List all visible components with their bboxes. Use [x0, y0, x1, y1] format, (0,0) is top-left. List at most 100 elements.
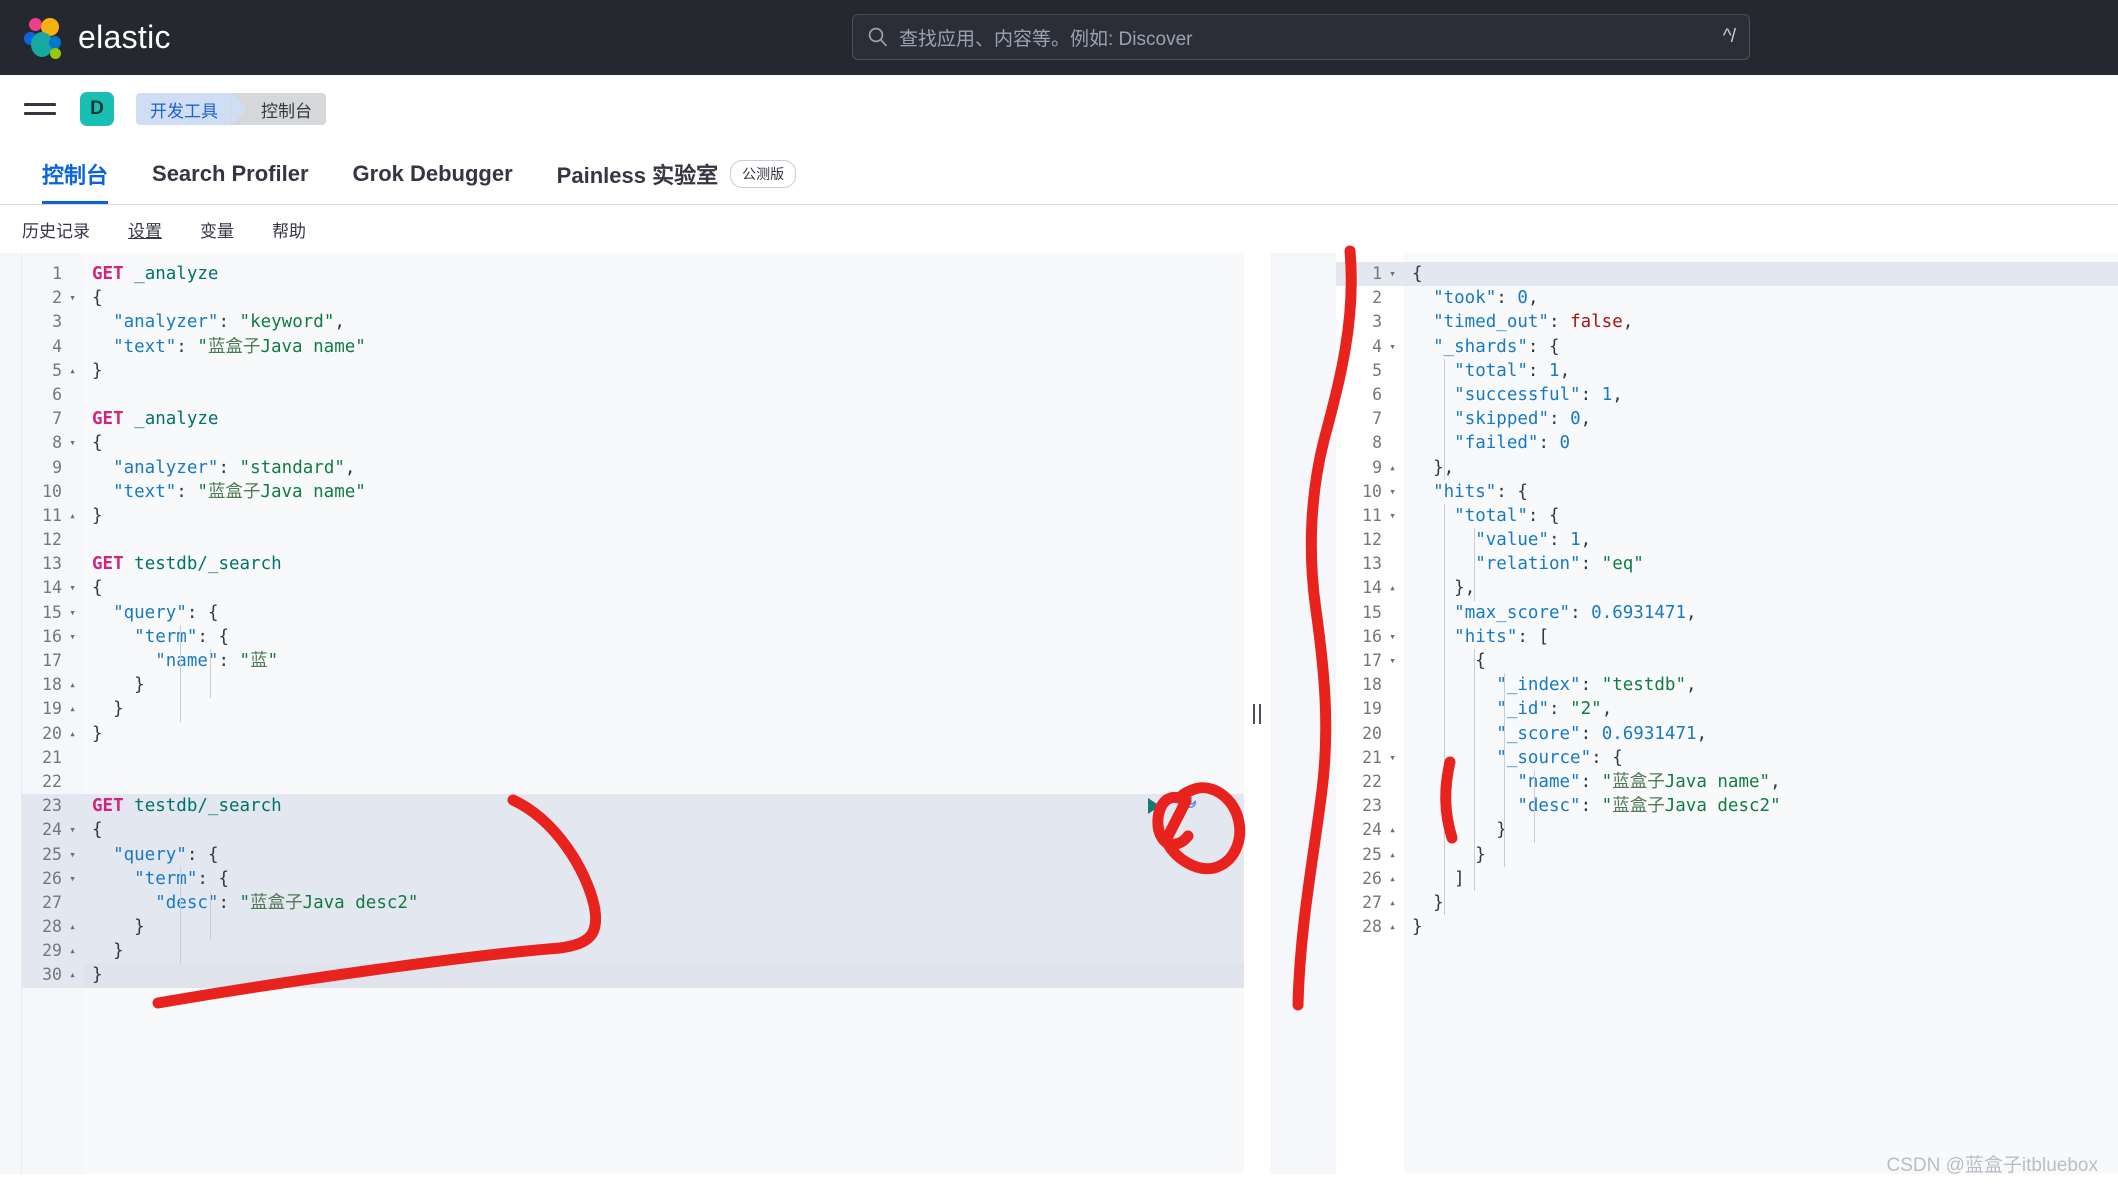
code-line[interactable]: "_index": "testdb",: [1404, 673, 2118, 697]
line-number[interactable]: 4·: [22, 335, 84, 359]
code-line[interactable]: "analyzer": "standard",: [84, 456, 1270, 480]
code-line[interactable]: [84, 770, 1270, 794]
code-line[interactable]: {: [84, 431, 1270, 455]
global-search-input[interactable]: 查找应用、内容等。例如: Discover ^/: [852, 14, 1750, 60]
code-line[interactable]: }: [84, 939, 1270, 963]
line-number[interactable]: 26▾: [22, 867, 84, 891]
console-request-editor[interactable]: 1·2▾3·4·5▴6·7·8▾9·10·11▴12·13·14▾15▾16▾1…: [0, 253, 1270, 1174]
code-line[interactable]: }: [84, 915, 1270, 939]
code-line[interactable]: "_id": "2",: [1404, 697, 2118, 721]
fold-open-icon[interactable]: ▾: [65, 431, 80, 455]
line-number[interactable]: 13·: [22, 552, 84, 576]
line-number[interactable]: 7·: [22, 407, 84, 431]
code-line[interactable]: GET testdb/_search: [84, 794, 1270, 818]
line-number[interactable]: 9·: [22, 456, 84, 480]
line-number[interactable]: 5·: [1336, 359, 1404, 383]
line-number[interactable]: 26▴: [1336, 867, 1404, 891]
fold-close-icon[interactable]: ▴: [65, 697, 80, 721]
fold-open-icon[interactable]: ▾: [65, 286, 80, 310]
code-line[interactable]: "query": {: [84, 843, 1270, 867]
fold-open-icon[interactable]: ▾: [1385, 335, 1400, 359]
code-line[interactable]: "timed_out": false,: [1404, 310, 2118, 334]
line-number[interactable]: 13·: [1336, 552, 1404, 576]
code-line[interactable]: },: [1404, 576, 2118, 600]
code-line[interactable]: [84, 383, 1270, 407]
code-line[interactable]: }: [1404, 915, 2118, 939]
line-number[interactable]: 23·: [1336, 794, 1404, 818]
code-line[interactable]: }: [84, 673, 1270, 697]
line-number[interactable]: 12·: [22, 528, 84, 552]
line-number[interactable]: 14▴: [1336, 576, 1404, 600]
fold-open-icon[interactable]: ▾: [1385, 480, 1400, 504]
line-number[interactable]: 9▴: [1336, 456, 1404, 480]
fold-close-icon[interactable]: ▴: [1385, 915, 1400, 939]
fold-close-icon[interactable]: ▴: [1385, 867, 1400, 891]
wrench-icon[interactable]: [1176, 794, 1200, 825]
code-line[interactable]: }: [84, 504, 1270, 528]
fold-close-icon[interactable]: ▴: [65, 963, 80, 987]
line-number[interactable]: 28▴: [1336, 915, 1404, 939]
line-number[interactable]: 18·: [1336, 673, 1404, 697]
line-number[interactable]: 19▴: [22, 697, 84, 721]
code-line[interactable]: "desc": "蓝盒子Java desc2": [84, 891, 1270, 915]
fold-close-icon[interactable]: ▴: [1385, 576, 1400, 600]
breadcrumb-item-dev-tools[interactable]: 开发工具: [136, 93, 232, 125]
line-number[interactable]: 20·: [1336, 722, 1404, 746]
fold-open-icon[interactable]: ▾: [65, 576, 80, 600]
line-number[interactable]: 3·: [22, 310, 84, 334]
editor-line-number-gutter[interactable]: 1·2▾3·4·5▴6·7·8▾9·10·11▴12·13·14▾15▾16▾1…: [22, 253, 84, 1174]
line-number[interactable]: 7·: [1336, 407, 1404, 431]
line-number[interactable]: 14▾: [22, 576, 84, 600]
line-number[interactable]: 5▴: [22, 359, 84, 383]
code-line[interactable]: GET _analyze: [84, 262, 1270, 286]
submenu-item-history[interactable]: 历史记录: [18, 214, 94, 245]
code-line[interactable]: }: [84, 359, 1270, 383]
line-number[interactable]: 27▴: [1336, 891, 1404, 915]
line-number[interactable]: 3·: [1336, 310, 1404, 334]
fold-open-icon[interactable]: ▾: [1385, 262, 1400, 286]
line-number[interactable]: 2·: [1336, 286, 1404, 310]
fold-close-icon[interactable]: ▴: [1385, 843, 1400, 867]
code-line[interactable]: {: [84, 818, 1270, 842]
fold-open-icon[interactable]: ▾: [1385, 625, 1400, 649]
code-line[interactable]: "term": {: [84, 625, 1270, 649]
play-button-icon[interactable]: [1140, 793, 1166, 826]
fold-open-icon[interactable]: ▾: [65, 601, 80, 625]
line-number[interactable]: 16▾: [22, 625, 84, 649]
fold-close-icon[interactable]: ▴: [65, 915, 80, 939]
code-line[interactable]: }: [84, 697, 1270, 721]
line-number[interactable]: 22·: [1336, 770, 1404, 794]
fold-close-icon[interactable]: ▴: [65, 939, 80, 963]
fold-close-icon[interactable]: ▴: [1385, 818, 1400, 842]
fold-open-icon[interactable]: ▾: [65, 625, 80, 649]
code-line[interactable]: "hits": [: [1404, 625, 2118, 649]
pane-splitter[interactable]: [1244, 253, 1270, 1174]
code-line[interactable]: GET testdb/_search: [84, 552, 1270, 576]
space-avatar[interactable]: D: [80, 92, 114, 126]
code-line[interactable]: "desc": "蓝盒子Java desc2": [1404, 794, 2118, 818]
code-line[interactable]: GET _analyze: [84, 407, 1270, 431]
line-number[interactable]: 11▾: [1336, 504, 1404, 528]
code-line[interactable]: "_shards": {: [1404, 335, 2118, 359]
code-line[interactable]: {: [84, 576, 1270, 600]
hamburger-menu-icon[interactable]: [24, 95, 56, 123]
line-number[interactable]: 6·: [22, 383, 84, 407]
line-number[interactable]: 21·: [22, 746, 84, 770]
code-line[interactable]: "_source": {: [1404, 746, 2118, 770]
code-line[interactable]: },: [1404, 456, 2118, 480]
code-line[interactable]: "total": {: [1404, 504, 2118, 528]
line-number[interactable]: 22·: [22, 770, 84, 794]
line-number[interactable]: 17·: [22, 649, 84, 673]
line-number[interactable]: 4▾: [1336, 335, 1404, 359]
code-line[interactable]: "successful": 1,: [1404, 383, 2118, 407]
code-line[interactable]: "analyzer": "keyword",: [84, 310, 1270, 334]
code-line[interactable]: "max_score": 0.6931471,: [1404, 601, 2118, 625]
code-line[interactable]: "value": 1,: [1404, 528, 2118, 552]
line-number[interactable]: 23·: [22, 794, 84, 818]
line-number[interactable]: 10▾: [1336, 480, 1404, 504]
code-line[interactable]: }: [84, 722, 1270, 746]
code-line[interactable]: "relation": "eq": [1404, 552, 2118, 576]
submenu-item-variables[interactable]: 变量: [196, 214, 238, 245]
code-line[interactable]: {: [84, 286, 1270, 310]
line-number[interactable]: 19·: [1336, 697, 1404, 721]
